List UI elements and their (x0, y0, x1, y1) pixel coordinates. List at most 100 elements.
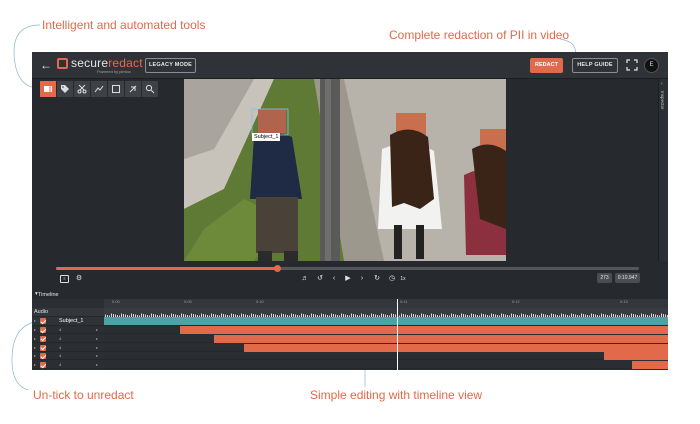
redaction-bar[interactable] (604, 352, 668, 361)
audio-track-label: Audio (32, 308, 104, 317)
seek-handle[interactable] (274, 265, 282, 272)
fullscreen-icon[interactable] (626, 59, 638, 71)
subject-label: Subject_1 (252, 133, 281, 141)
person-track-bar-row (104, 343, 668, 352)
redact-checkbox[interactable] (40, 344, 46, 351)
person-track-row[interactable]: ▸ 4 ▸ (32, 352, 104, 361)
ruler-tick-label: 0:00 (112, 299, 120, 304)
speed-gauge-icon[interactable]: ◷ (387, 274, 397, 284)
seek-bar[interactable] (56, 265, 639, 272)
callout-untick: Un-tick to unredact (33, 388, 134, 402)
redact-tool-icon[interactable] (40, 81, 56, 97)
timeline-ruler: 0:00 0:05 0:10 0:11 0:12 0:13 (104, 299, 668, 308)
time-display: 0:10.947 (615, 273, 640, 283)
video-frame[interactable]: Subject_1 (184, 79, 506, 261)
track-id-label: 4 (59, 353, 62, 359)
person-track-row[interactable]: ▸ 4 ▸ (32, 344, 104, 352)
rewind-icon[interactable]: ↺ (315, 274, 325, 284)
timeline-title: ▾ Timeline (35, 291, 59, 298)
subject-track-row[interactable]: ▸ Subject_1 (32, 317, 104, 326)
redact-checkbox[interactable] (40, 353, 46, 360)
callout-tools: Intelligent and automated tools (42, 18, 206, 32)
person-track-bar-row (104, 326, 668, 334)
logo-subtitle: Powered by pimloc (97, 69, 131, 74)
help-guide-button[interactable]: HELP GUIDE (572, 58, 618, 73)
track-id-label: 4 (59, 362, 62, 368)
track-arrow-icon[interactable]: ▸ (96, 361, 98, 369)
audio-label: Audio (34, 309, 49, 315)
expand-caret-icon[interactable]: ▸ (34, 344, 36, 352)
video-scene (184, 79, 506, 261)
redaction-bar[interactable] (632, 361, 668, 370)
person-track-bar-row (104, 352, 668, 361)
ruler-tick-label: 0:12 (512, 299, 520, 304)
inspector-label: Inspector (660, 91, 665, 110)
subject-track-bar-row (104, 317, 668, 326)
tool-palette (40, 81, 158, 98)
captions-icon[interactable]: ≡ (60, 275, 69, 283)
marketing-screenshot: Intelligent and automated tools Complete… (0, 0, 700, 424)
audio-waveform (104, 308, 668, 320)
ruler-tick-label: 0:10 (256, 299, 264, 304)
play-icon[interactable]: ▶ (343, 274, 353, 284)
person-track-bar-row (104, 334, 668, 343)
logo-text: secureredact (71, 56, 143, 70)
track-arrow-icon[interactable]: ▸ (96, 326, 98, 334)
path-icon[interactable] (91, 81, 107, 97)
expand-caret-icon[interactable]: ▸ (34, 361, 36, 369)
expand-caret-icon[interactable]: ▸ (34, 326, 36, 334)
seek-progress (56, 267, 278, 270)
previous-frame-icon[interactable]: ‹ (329, 274, 339, 284)
expand-caret-icon[interactable]: ▸ (34, 352, 36, 360)
track-arrow-icon[interactable]: ▸ (96, 335, 98, 343)
inspector-toggle-icon[interactable]: ‹ (661, 81, 663, 87)
redact-button[interactable]: REDACT (530, 58, 563, 73)
redact-checkbox[interactable] (40, 318, 46, 324)
avatar[interactable]: E (644, 58, 659, 73)
redaction-bar[interactable] (244, 343, 668, 352)
forward-icon[interactable]: ↻ (372, 274, 382, 284)
frame-icon[interactable] (108, 81, 124, 97)
tag-icon[interactable] (57, 81, 73, 97)
timeline-header[interactable]: ▾ Timeline (32, 290, 668, 299)
redaction-bar[interactable] (214, 334, 668, 343)
track-id-label: 4 (59, 344, 62, 350)
top-bar: ← secureredact Powered by pimloc LEGACY … (32, 52, 668, 79)
inspector-panel[interactable]: ‹ Inspector (658, 79, 668, 261)
expand-caret-icon[interactable]: ▸ (34, 335, 36, 343)
logo-mark-icon (57, 58, 68, 69)
scissors-icon[interactable] (74, 81, 90, 97)
subject-track-label: Subject_1 (59, 318, 84, 324)
search-icon[interactable] (142, 81, 158, 97)
redact-checkbox[interactable] (40, 362, 46, 369)
next-frame-icon[interactable]: › (357, 274, 367, 284)
redact-checkbox[interactable] (40, 335, 46, 342)
ruler-tick-label: 0:13 (620, 299, 628, 304)
redact-checkbox[interactable] (40, 327, 46, 333)
track-arrow-icon[interactable]: ▸ (96, 352, 98, 360)
redaction-bar[interactable] (180, 326, 668, 334)
track-arrow-icon[interactable]: ▸ (96, 344, 98, 352)
no-detect-icon[interactable] (125, 81, 141, 97)
timeline-track-list: Audio ▸ Subject_1 ▸ 4 ▸ ▸ 4 ▸ ▸ 4 ▸ ▸ 4 ▸ ▸ 4 ▸ (32, 299, 104, 370)
person-track-bar-row (104, 361, 668, 370)
track-id-label: 4 (59, 335, 62, 341)
callout-timeline: Simple editing with timeline view (310, 388, 483, 402)
expand-caret-icon[interactable]: ▸ (34, 317, 36, 325)
subject-track-bar[interactable] (104, 317, 668, 325)
settings-gear-icon[interactable]: ⚙ (74, 274, 84, 284)
person-track-row[interactable]: ▸ 4 ▸ (32, 361, 104, 370)
ruler-tick-label: 0:05 (184, 299, 192, 304)
person-track-row[interactable]: ▸ 4 ▸ (32, 335, 104, 343)
timeline-tracks[interactable]: 0:00 0:05 0:10 0:11 0:12 0:13 (104, 299, 668, 370)
frame-counter: 273 (597, 273, 612, 283)
back-arrow-icon[interactable]: ← (39, 58, 53, 72)
track-id-label: 4 (59, 327, 62, 332)
callout-redaction: Complete redaction of PII in video (389, 28, 570, 42)
legacy-mode-button[interactable]: LEGACY MODE (145, 58, 196, 73)
volume-icon[interactable]: ♬ (300, 274, 310, 284)
ruler-tick-label: 0:11 (400, 299, 408, 304)
playhead[interactable] (397, 299, 398, 370)
speed-value[interactable]: 1x (398, 274, 408, 284)
person-track-row[interactable]: ▸ 4 ▸ (32, 326, 104, 334)
